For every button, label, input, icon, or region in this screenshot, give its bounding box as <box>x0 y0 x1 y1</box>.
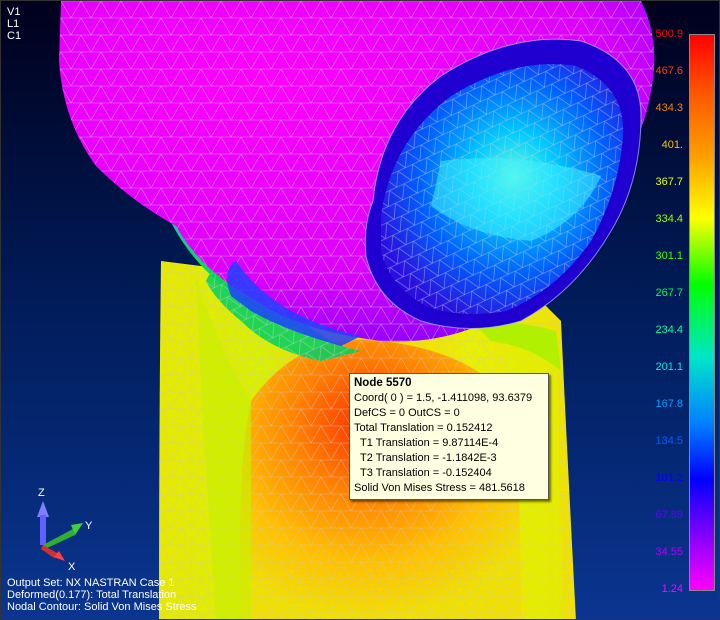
node-info-tooltip: Node 5570 Coord( 0 ) = 1.5, -1.411098, 9… <box>349 373 549 500</box>
x-axis-label: X <box>68 561 76 571</box>
contour-label: Nodal Contour: Solid Von Mises Stress <box>7 601 197 613</box>
view-id-labels: V1 L1 C1 <box>7 6 21 42</box>
legend-value-label: 367.7 <box>655 176 683 188</box>
z-axis-shaft <box>40 515 46 545</box>
status-overlay: Output Set: NX NASTRAN Case 1 Deformed(0… <box>7 577 197 613</box>
legend-value-label: 267.7 <box>655 287 683 299</box>
node-von-mises-stress: Solid Von Mises Stress = 481.5618 <box>354 482 525 494</box>
legend-value-label: 500.9 <box>655 28 683 40</box>
y-axis-shaft <box>43 529 75 549</box>
y-axis-label: Y <box>85 520 93 532</box>
legend-value-label: 467.6 <box>655 65 683 77</box>
axis-triad: Z Y X <box>37 487 93 571</box>
legend-value-label: 234.4 <box>655 324 683 336</box>
node-coord: Coord( 0 ) = 1.5, -1.411098, 93.6379 <box>354 392 533 404</box>
legend-value-label: 34.55 <box>655 546 683 558</box>
deformed-label: Deformed(0.177): Total Translation <box>7 589 177 601</box>
node-title: Node 5570 <box>354 377 412 389</box>
legend-value-label: 67.89 <box>655 509 683 521</box>
legend-value-label: 134.5 <box>655 435 683 447</box>
legend-value-label: 201.1 <box>655 361 683 373</box>
legend-value-label: 1.24 <box>661 583 683 595</box>
output-set-label: Output Set: NX NASTRAN Case 1 <box>7 577 175 589</box>
legend-value-label: 167.8 <box>655 398 683 410</box>
z-axis-arrowhead <box>37 501 49 517</box>
node-cs: DefCS = 0 OutCS = 0 <box>354 407 460 419</box>
legend-color-bar <box>689 34 715 591</box>
legend-value-label: 301.1 <box>655 250 683 262</box>
legend-value-label: 101.2 <box>655 472 683 484</box>
legend-value-label: 434.3 <box>655 102 683 114</box>
legend-value-label: 334.4 <box>655 213 683 225</box>
node-t3-translation: T3 Translation = -0.152404 <box>360 467 492 479</box>
z-axis-label: Z <box>38 487 45 499</box>
node-t2-translation: T2 Translation = -1.1842E-3 <box>360 452 497 464</box>
color-label: C1 <box>7 30 22 42</box>
contour-legend[interactable]: 500.9 467.6 434.3 401. 367.7 334.4 301.1 267.7 2… <box>651 28 719 595</box>
view-label: V1 <box>7 6 21 18</box>
node-t1-translation: T1 Translation = 9.87114E-4 <box>360 437 499 449</box>
node-total-translation: Total Translation = 0.152412 <box>354 422 493 434</box>
layer-label: L1 <box>7 18 20 30</box>
graphics-viewport[interactable]: V1 L1 C1 500.9 467.6 434.3 401. 367.7 334.4 30… <box>0 0 720 620</box>
legend-value-label: 401. <box>661 139 683 151</box>
